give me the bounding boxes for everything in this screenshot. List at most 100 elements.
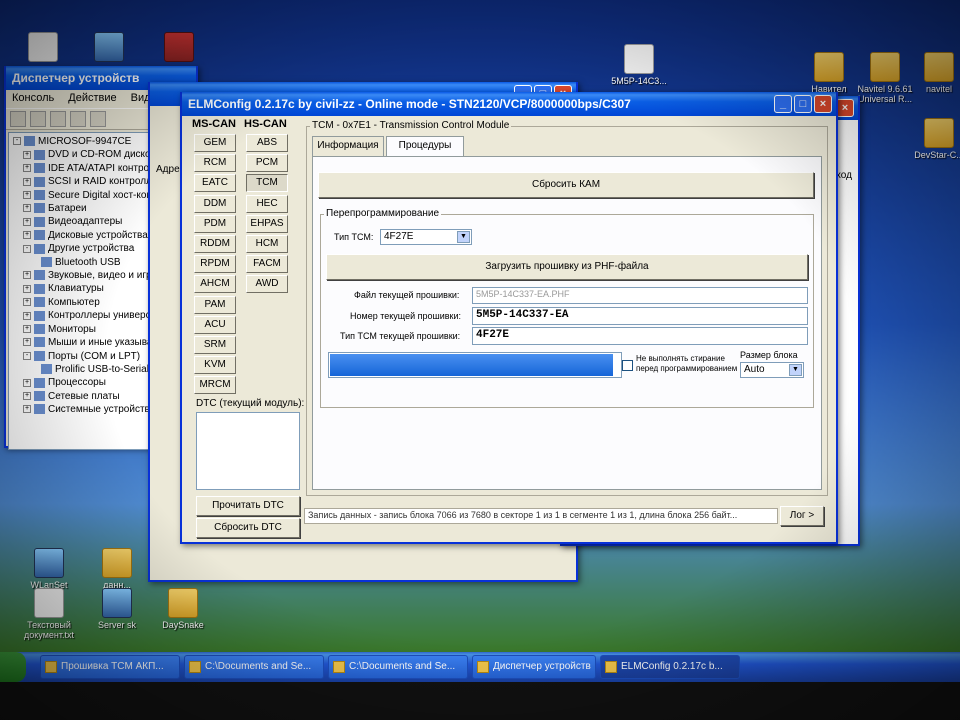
taskbar: Прошивка TCM АКП... C:\Documents and Se.… [0, 652, 960, 682]
expand-icon[interactable]: + [23, 231, 31, 240]
elmconfig-titlebar[interactable]: ELMConfig 0.2.17c by civil-zz - Online m… [182, 92, 836, 116]
module-button-facm[interactable]: FACM [246, 255, 288, 274]
dtc-list[interactable] [196, 412, 300, 490]
expand-icon[interactable]: + [23, 338, 31, 347]
fw-type-field[interactable]: 4F27E [472, 327, 808, 345]
desktop-icon[interactable]: WLanSet [16, 548, 82, 590]
module-button-tcm[interactable]: TCM [246, 174, 288, 193]
desktop-icon[interactable]: 5M5P-14C3... [606, 44, 672, 86]
close-icon[interactable]: × [836, 99, 854, 117]
folder-icon [924, 118, 954, 148]
module-button-pcm[interactable]: PCM [246, 154, 288, 173]
module-button-awd[interactable]: AWD [246, 275, 288, 294]
back-icon[interactable] [10, 111, 26, 127]
tree-item-label: Системные устройства [48, 404, 156, 416]
desktop-icon[interactable]: Server sk [84, 588, 150, 630]
expand-icon[interactable]: + [23, 392, 31, 401]
taskbar-button[interactable]: C:\Documents and Se... [184, 655, 324, 679]
module-button-rcm[interactable]: RCM [194, 154, 236, 173]
block-size-select[interactable]: Auto ▼ [740, 362, 804, 378]
device-icon [34, 297, 45, 308]
load-firmware-button[interactable]: Загрузить прошивку из PHF-файла [326, 254, 808, 280]
expand-icon[interactable]: + [23, 284, 31, 293]
tree-item-label: Клавиатуры [48, 283, 104, 295]
start-button[interactable] [0, 652, 26, 682]
tab-procedures[interactable]: Процедуры [386, 136, 464, 158]
block-size-value: Auto [744, 364, 765, 375]
desktop-icon[interactable] [146, 32, 212, 64]
expand-icon[interactable]: + [23, 405, 31, 414]
module-button-ehpas[interactable]: EHPAS [246, 214, 288, 233]
module-button-abs[interactable]: ABS [246, 134, 288, 152]
tree-item-label: Prolific USB-to-Serial [55, 363, 149, 375]
tree-item-label: Другие устройства [48, 243, 135, 255]
expand-icon[interactable]: + [23, 204, 31, 213]
expand-icon[interactable]: + [23, 150, 31, 159]
expand-icon[interactable]: + [23, 217, 31, 226]
elmconfig-window[interactable]: ELMConfig 0.2.17c by civil-zz - Online m… [180, 92, 838, 544]
tab-info[interactable]: Информация [312, 136, 384, 156]
menu-item-console[interactable]: Консоль [12, 92, 54, 106]
close-icon[interactable]: × [814, 95, 832, 113]
browser-icon [45, 661, 57, 673]
desktop-icon[interactable] [10, 32, 76, 64]
module-button-rpdm[interactable]: RPDM [194, 255, 236, 274]
fw-file-field[interactable]: 5M5P-14C337-EA.PHF [472, 287, 808, 304]
expand-icon[interactable]: + [23, 325, 31, 334]
taskbar-button[interactable]: ELMConfig 0.2.17c b... [600, 655, 740, 679]
help-icon[interactable] [90, 111, 106, 127]
menu-item-action[interactable]: Действие [68, 92, 116, 106]
device-icon [24, 136, 35, 147]
expand-icon[interactable]: + [23, 271, 31, 280]
module-button-ddm[interactable]: DDM [194, 194, 236, 213]
expand-icon[interactable]: + [23, 190, 31, 199]
module-button-pdm[interactable]: PDM [194, 214, 236, 233]
module-button-hcm[interactable]: HCM [246, 235, 288, 253]
folder-icon [102, 548, 132, 578]
tree-item-label: Дисковые устройства [48, 229, 148, 241]
tcm-type-select[interactable]: 4F27E ▼ [380, 229, 472, 245]
maximize-icon[interactable]: □ [794, 95, 812, 113]
expand-icon[interactable]: + [23, 298, 31, 307]
expand-icon[interactable]: + [23, 311, 31, 320]
taskbar-button[interactable]: Прошивка TCM АКП... [40, 655, 180, 679]
properties-icon[interactable] [50, 111, 66, 127]
collapse-icon[interactable]: - [13, 137, 21, 146]
module-button-acu[interactable]: ACU [194, 315, 236, 334]
desktop-icon-label: 5M5P-14C3... [611, 76, 667, 86]
module-button-hec[interactable]: HEC [246, 194, 288, 213]
tree-item-label: Сетевые платы [48, 390, 120, 402]
module-button-mrcm[interactable]: MRCM [194, 376, 236, 395]
reset-kam-button[interactable]: Сбросить КАМ [318, 172, 814, 198]
taskbar-button[interactable]: C:\Documents and Se... [328, 655, 468, 679]
desktop-icon[interactable]: Текстовый документ.txt [16, 588, 82, 640]
collapse-icon[interactable]: - [23, 244, 31, 253]
module-button-ahcm[interactable]: AHCM [194, 275, 236, 294]
minimize-icon[interactable]: _ [774, 95, 792, 113]
module-button-pam[interactable]: PAM [194, 295, 236, 314]
module-button-eatc[interactable]: EATC [194, 174, 236, 193]
module-button-gem[interactable]: GEM [194, 134, 236, 152]
collapse-icon[interactable]: - [23, 351, 31, 360]
taskbar-button[interactable]: Диспетчер устройств [472, 655, 596, 679]
desktop-icon[interactable] [76, 32, 142, 64]
fw-number-field[interactable]: 5M5P-14C337-EA [472, 307, 808, 325]
chevron-down-icon[interactable]: ▼ [457, 231, 470, 243]
expand-icon[interactable]: + [23, 164, 31, 173]
forward-icon[interactable] [30, 111, 46, 127]
module-button-kvm[interactable]: KVM [194, 356, 236, 375]
desktop-icon[interactable]: DevStar-C... [906, 118, 960, 160]
expand-icon[interactable]: + [23, 177, 31, 186]
clear-dtc-button[interactable]: Сбросить DTC [196, 518, 300, 538]
module-button-rddm[interactable]: RDDM [194, 235, 236, 253]
desktop-icon[interactable]: данн... [84, 548, 150, 590]
expand-icon[interactable]: + [23, 378, 31, 387]
module-button-srm[interactable]: SRM [194, 336, 236, 354]
refresh-icon[interactable] [70, 111, 86, 127]
desktop-icon[interactable]: DaySnake [150, 588, 216, 630]
desktop-icon[interactable]: navitel [906, 52, 960, 94]
chevron-down-icon[interactable]: ▼ [789, 364, 802, 376]
read-dtc-button[interactable]: Прочитать DTC [196, 496, 300, 516]
no-erase-checkbox[interactable] [622, 360, 633, 371]
log-button[interactable]: Лог > [780, 506, 824, 526]
